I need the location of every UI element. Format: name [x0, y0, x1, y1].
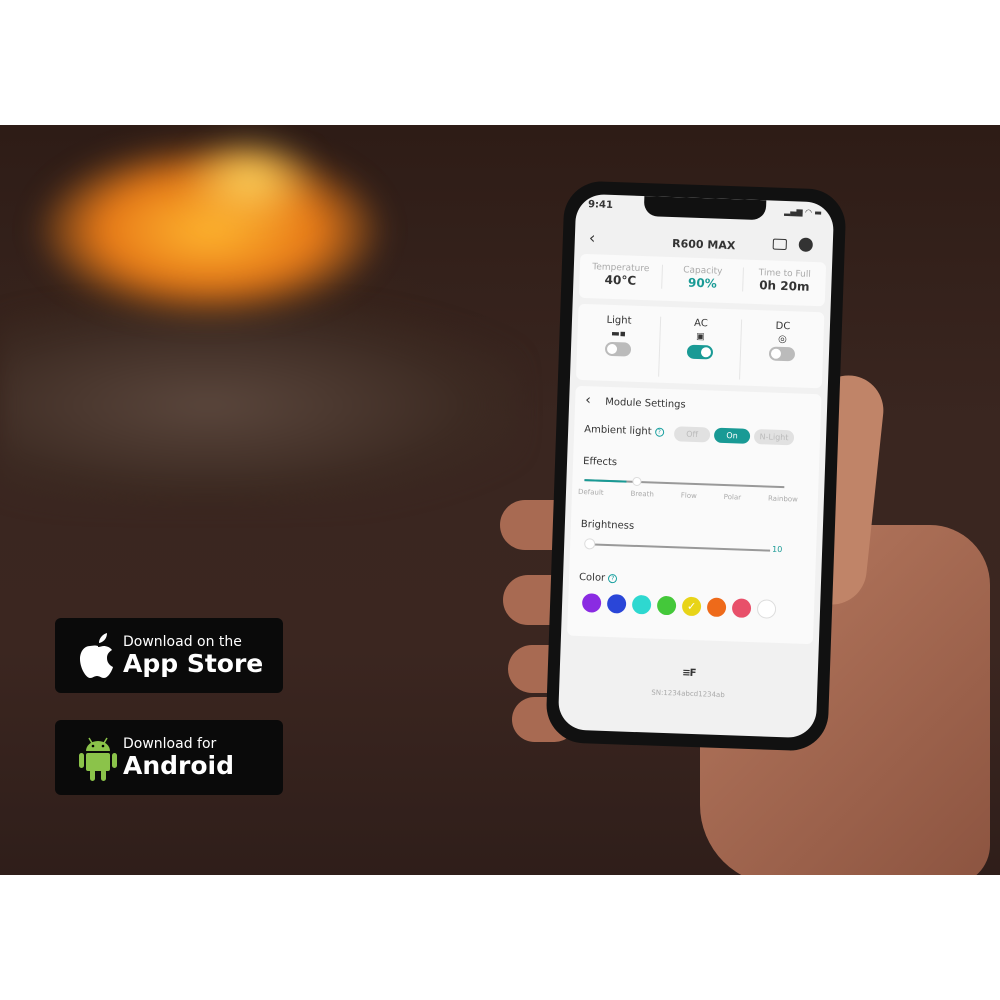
ac-toggle[interactable] [686, 344, 714, 360]
output-label: AC [693, 317, 708, 330]
ambient-nlight-button[interactable]: N-Light [753, 429, 795, 446]
brightness-slider[interactable] [584, 538, 771, 552]
brightness-value: 10 [771, 544, 783, 555]
page-title: R600 MAX [671, 237, 736, 253]
stat-value: 40°C [604, 272, 637, 288]
effect-option[interactable]: Default [578, 488, 604, 497]
status-icons: ▂▄▆ ◠ ▬ [784, 206, 823, 218]
phone-notch [643, 196, 767, 221]
app-store-big-text: App Store [123, 648, 264, 678]
effects-slider-handle[interactable] [632, 476, 642, 487]
color-swatch[interactable] [606, 593, 627, 614]
effect-option[interactable]: Flow [681, 491, 697, 500]
effect-option[interactable]: Rainbow [768, 495, 798, 504]
dc-port-icon: ◎ [777, 333, 788, 346]
app-screen: 9:41 ▂▄▆ ◠ ▬ ‹ R600 MAX Temperature 40°C … [557, 193, 835, 739]
apple-logo-icon [73, 632, 123, 680]
check-icon: ✓ [686, 599, 697, 614]
help-icon[interactable]: ? [608, 573, 618, 583]
android-logo-icon [73, 733, 123, 783]
color-swatch[interactable]: ✓ [681, 596, 702, 617]
app-store-badge[interactable]: Download on the App Store [55, 618, 283, 693]
light-toggle[interactable] [604, 341, 632, 357]
color-swatch[interactable] [706, 597, 727, 618]
dc-toggle[interactable] [768, 346, 796, 362]
brand-logo: ≡F [681, 667, 696, 680]
ambient-on-button[interactable]: On [713, 427, 751, 444]
color-text: Color [578, 571, 606, 584]
serial-number: SN:1234abcd1234ab [651, 688, 725, 700]
message-icon[interactable] [772, 238, 787, 251]
effects-options: Default Breath Flow Polar Rainbow [578, 488, 798, 504]
status-time: 9:41 [587, 199, 614, 211]
outputs-card: Light ▬▪ AC ▣ DC ◎ [575, 303, 825, 389]
android-badge[interactable]: Download for Android [55, 720, 283, 795]
color-swatches: ✓ [581, 593, 808, 621]
color-swatch[interactable] [631, 594, 652, 615]
flashlight-icon: ▬▪ [611, 328, 627, 340]
output-label: DC [775, 320, 791, 333]
color-swatch[interactable] [731, 598, 752, 619]
phone: 9:41 ▂▄▆ ◠ ▬ ‹ R600 MAX Temperature 40°C … [545, 180, 847, 752]
stat-value: 90% [687, 275, 717, 291]
color-swatch[interactable] [656, 595, 677, 616]
module-title: Module Settings [604, 396, 686, 411]
effect-option[interactable]: Polar [724, 493, 742, 502]
stats-card: Temperature 40°C Capacity 90% Time to Full… [578, 253, 827, 307]
app-store-small-text: Download on the [123, 633, 242, 650]
effects-label: Effects [582, 456, 618, 469]
campfire-rocks [0, 305, 520, 505]
output-label: Light [606, 314, 632, 327]
color-swatch[interactable] [581, 593, 602, 613]
brightness-slider-handle[interactable] [584, 538, 596, 550]
color-swatch[interactable] [756, 599, 777, 619]
ambient-off-button[interactable]: Off [673, 426, 711, 443]
ambient-light-label: Ambient light ? [584, 424, 664, 438]
android-big-text: Android [123, 750, 235, 780]
flame [180, 135, 320, 225]
stat-value: 0h 20m [758, 278, 810, 294]
module-back-button[interactable]: ‹ [585, 392, 591, 408]
android-small-text: Download for [123, 735, 217, 752]
module-settings-card: ‹ Module Settings Ambient light ? Off On… [567, 385, 822, 645]
effect-option[interactable]: Breath [630, 490, 654, 499]
ambient-light-text: Ambient light [584, 424, 652, 438]
effects-slider[interactable] [584, 476, 785, 489]
color-label: Color ? [579, 572, 618, 584]
help-icon[interactable]: ? [654, 427, 664, 437]
ac-outlet-icon: ▣ [696, 331, 705, 343]
brightness-label: Brightness [580, 519, 635, 532]
